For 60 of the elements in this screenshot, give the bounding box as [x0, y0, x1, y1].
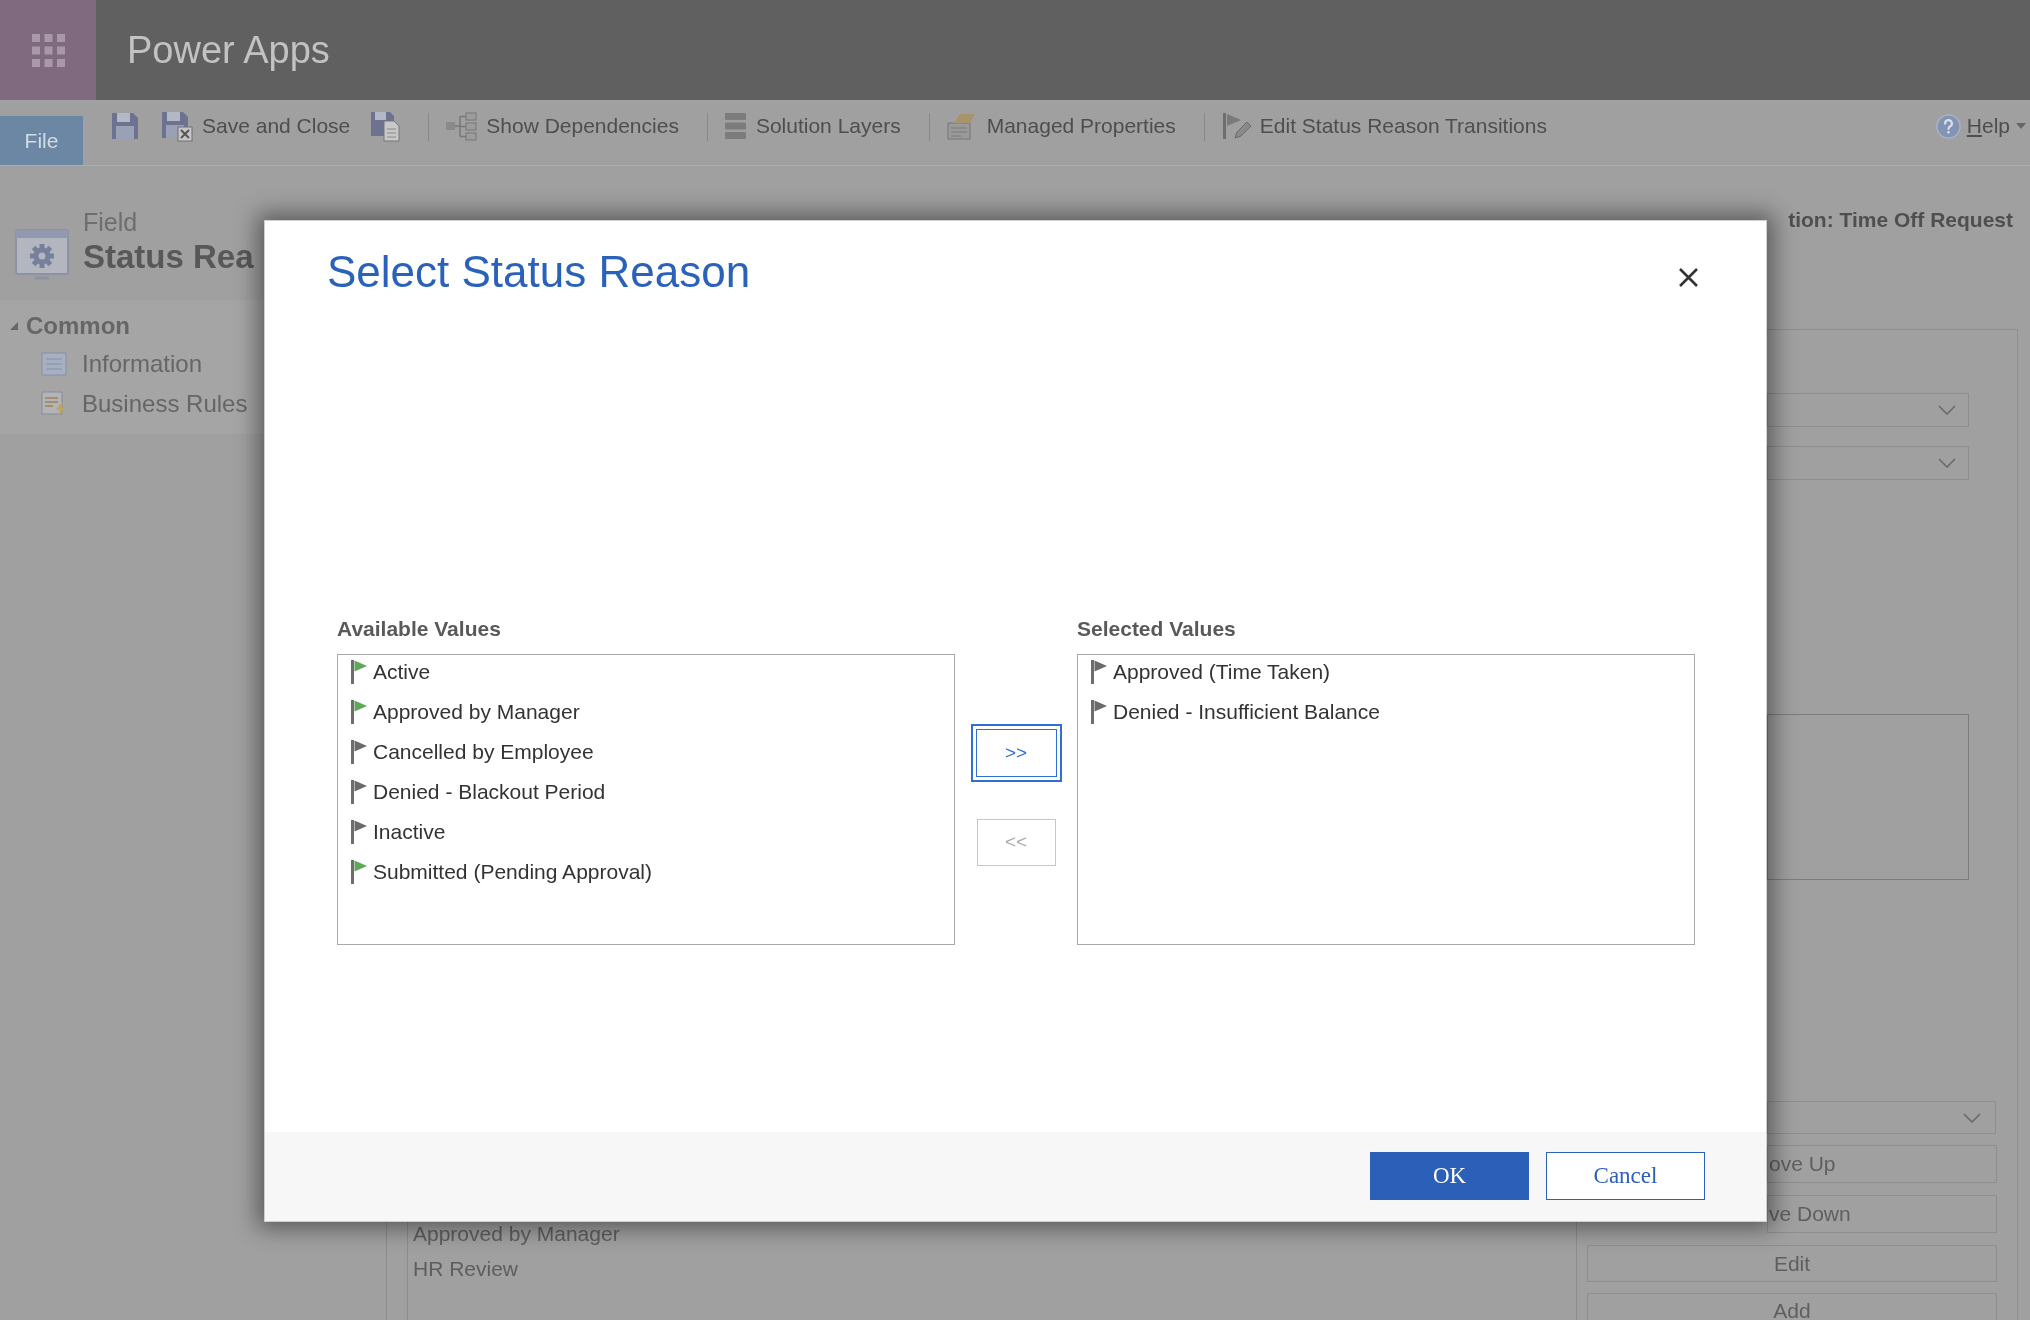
solution-label: tion: Time Off Request [1788, 207, 2013, 233]
list-label: Available Values [337, 617, 502, 641]
status-option[interactable]: Inactive [338, 816, 954, 848]
nav-item[interactable]: Business Rules [0, 385, 264, 423]
toolbar-button[interactable]: Managed Properties [945, 110, 1176, 142]
dropdown-field[interactable] [1767, 1101, 1996, 1134]
list-entry[interactable]: Approved by Manager [413, 1222, 1576, 1246]
app-title: Power Apps [127, 28, 330, 73]
status-option[interactable]: Denied - Insufficient Balance [1078, 696, 1694, 728]
document-lightning-icon [41, 391, 67, 417]
dialog-title: Select Status Reason [327, 248, 751, 296]
nav-group-label: Common [26, 311, 130, 341]
nav-item[interactable]: Information [0, 345, 264, 383]
status-option[interactable]: Approved (Time Taken) [1078, 656, 1694, 688]
close-icon [1678, 267, 1699, 288]
close-button[interactable] [1678, 267, 1699, 288]
dropdown-field[interactable] [1767, 446, 1969, 480]
app-launcher-button[interactable] [0, 0, 96, 100]
toolbar-button[interactable] [110, 110, 140, 142]
move-right-button[interactable]: >> [970, 724, 1062, 782]
list-entry[interactable]: HR Review [413, 1257, 1576, 1281]
waffle-icon [31, 33, 65, 67]
panel-button[interactable]: ve Down [1767, 1195, 1997, 1233]
status-option[interactable]: Denied - Blackout Period [338, 776, 954, 808]
toolbar-button[interactable]: Show Dependencies [445, 110, 679, 142]
dialog-button[interactable]: OK [1370, 1152, 1529, 1200]
toolbar-button[interactable]: Solution Layers [723, 110, 901, 142]
hierarchy-icon [445, 111, 478, 141]
status-option[interactable]: Approved by Manager [338, 696, 954, 728]
selected-values-list[interactable]: Approved (Time Taken) Denied - Insufficient Balance [1077, 654, 1695, 945]
panel-button[interactable]: Edit [1587, 1245, 1997, 1282]
list-label: Selected Values [1077, 617, 1237, 641]
dialog-button[interactable]: Cancel [1546, 1152, 1705, 1200]
panel-button[interactable]: Add [1587, 1293, 1997, 1320]
stacked-bars-icon [723, 111, 747, 141]
form-icon [41, 352, 67, 376]
flag-pencil-icon [1220, 111, 1251, 141]
caret-down-icon [2016, 123, 2026, 129]
chevron-down-icon [1963, 1112, 1981, 1123]
chevron-down-icon [1938, 458, 1956, 468]
help-button[interactable]: Help [1935, 110, 2026, 142]
text-area-field[interactable] [1767, 714, 1969, 880]
floppy-disk-x-icon [160, 110, 193, 142]
gear-window-icon [13, 226, 71, 282]
toolbar-button[interactable]: Save and Close [160, 110, 351, 142]
panel-button[interactable]: ove Up [1767, 1145, 1997, 1183]
expanded-triangle-icon[interactable] [10, 322, 18, 330]
status-option[interactable]: Cancelled by Employee [338, 736, 954, 768]
available-values-list[interactable]: Active Approved by Manager Cancelled by Employee Denied - Blackout Period Inactive Submitted (Pending Approval) [337, 654, 955, 945]
file-menu-button[interactable]: File [0, 116, 83, 165]
status-option[interactable]: Active [338, 656, 954, 688]
toolbar-button[interactable] [370, 110, 401, 142]
help-icon [1935, 113, 1961, 139]
dropdown-field[interactable] [1767, 393, 1969, 427]
toolbar-button[interactable]: Edit Status Reason Transitions [1220, 110, 1547, 142]
status-option[interactable]: Submitted (Pending Approval) [338, 856, 954, 888]
package-icon [945, 111, 978, 141]
floppy-disk-document-icon [370, 110, 401, 142]
entity-name: Status Rea [83, 237, 254, 277]
chevron-down-icon [1938, 405, 1956, 415]
